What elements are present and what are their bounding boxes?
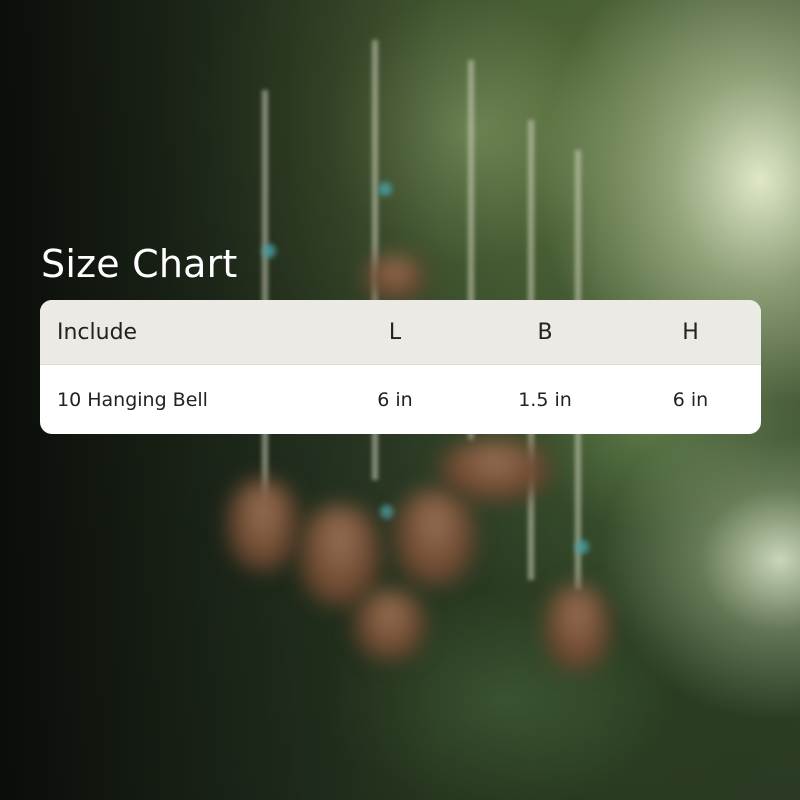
cell-length: 6 in — [377, 389, 413, 411]
header-breadth: B — [537, 319, 553, 345]
table-row: 10 Hanging Bell 6 in 1.5 in 6 in — [40, 365, 761, 434]
cell-include: 10 Hanging Bell — [57, 389, 208, 411]
table-header-row: Include L B H — [40, 300, 761, 365]
size-table: Include L B H 10 Hanging Bell 6 in 1.5 i… — [40, 300, 761, 434]
cell-height: 6 in — [672, 389, 709, 411]
size-chart-title: Size Chart — [41, 242, 238, 286]
header-length: L — [388, 319, 402, 345]
header-height: H — [682, 319, 699, 345]
cell-breadth: 1.5 in — [518, 389, 572, 411]
header-include: Include — [57, 319, 138, 345]
